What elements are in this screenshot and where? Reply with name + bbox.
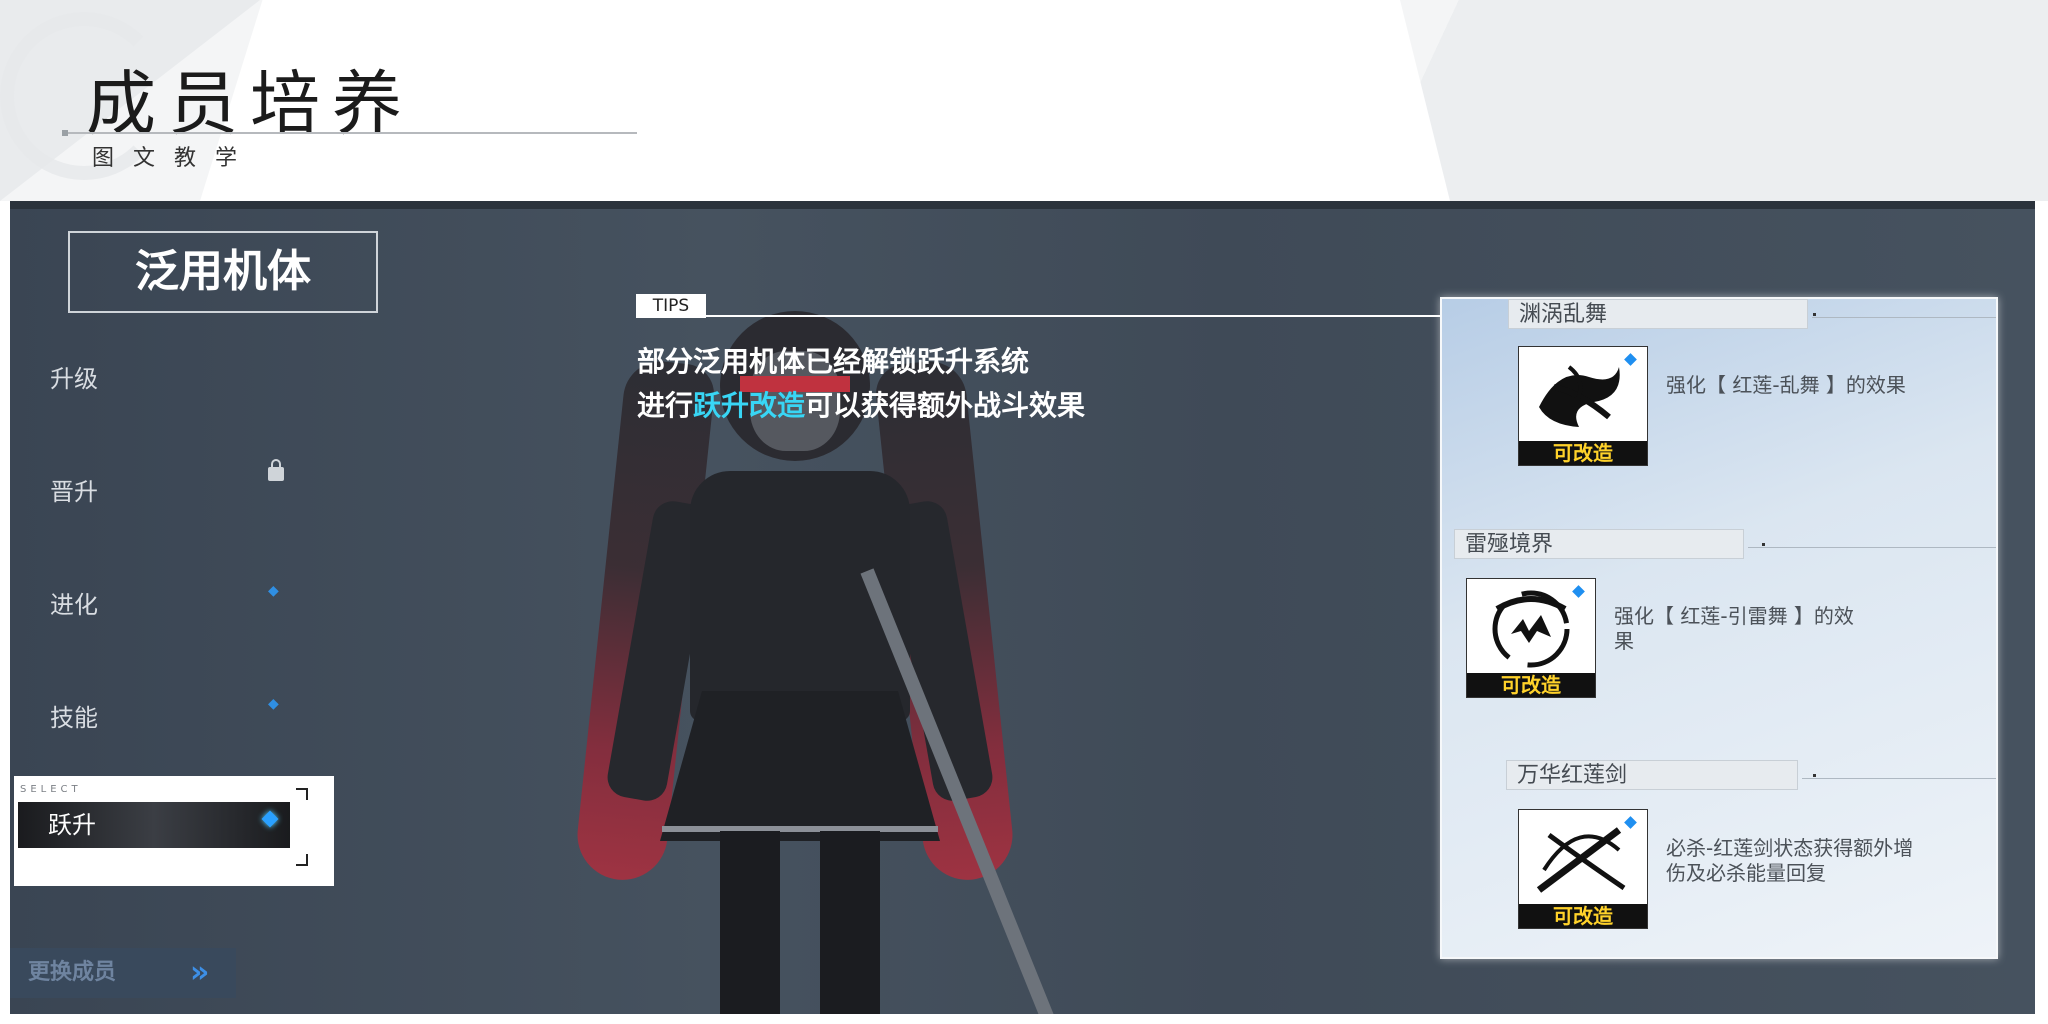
slide: 成员培养 图文教学 泛用机体 升级 晋升 进化 ◆ 技能 ◆ SELECT 跃升… <box>0 0 2048 1024</box>
menu-item-promote[interactable]: 晋升 <box>50 472 98 507</box>
character-leg-left <box>720 831 780 1014</box>
change-member-button[interactable]: 更换成员 » <box>10 948 236 998</box>
skill-name: 雷殛境界 <box>1454 529 1744 559</box>
skill-description: 必杀-红莲剑状态获得额外增伤及必杀能量回复 <box>1666 836 1914 885</box>
menu-item-skill[interactable]: 技能 <box>50 698 98 733</box>
tips-connector-line <box>706 315 1441 317</box>
double-chevron-right-icon: » <box>190 955 210 990</box>
tips-line-2-suffix: 可以获得额外战斗效果 <box>805 389 1086 422</box>
tips-highlight: 跃升改造 <box>693 389 806 422</box>
character-illustration <box>570 271 1070 1014</box>
tips-line-1: 部分泛用机体已经解锁跃升系统 <box>637 345 1030 378</box>
ascend-button[interactable]: 跃升 <box>18 802 290 848</box>
skill-icon-card[interactable]: 可改造 <box>1518 346 1648 466</box>
menu-item-upgrade[interactable]: 升级 <box>50 359 98 394</box>
skill-name: 万华红莲剑 <box>1506 760 1798 790</box>
skill-header-line <box>1748 547 1996 548</box>
character-skirt-trim <box>662 826 938 832</box>
modifiable-tag: 可改造 <box>1467 673 1595 697</box>
tips-line-2-prefix: 进行 <box>637 389 694 422</box>
frame-type-title: 泛用机体 <box>68 231 378 313</box>
skill-header-line <box>1802 778 1996 779</box>
skill-upgrade-panel: 渊涡乱舞 可改造 强化【 红莲-乱舞 】的效果 雷殛境界 可改造 强化【 红莲-… <box>1440 297 1998 959</box>
select-caption: SELECT <box>20 784 82 795</box>
header-dot <box>1813 774 1816 777</box>
page-subtitle: 图文教学 <box>92 146 257 171</box>
diamond-notification-icon: ◆ <box>268 696 279 712</box>
change-member-label: 更换成员 <box>28 960 117 985</box>
title-divider-dot <box>62 130 68 136</box>
diamond-notification-icon: ◆ <box>268 583 279 599</box>
skill-description: 强化【 红莲-乱舞 】的效果 <box>1666 373 1906 397</box>
title-divider <box>62 132 637 134</box>
skill-description: 强化【 红莲-引雷舞 】的效果 <box>1614 604 1854 653</box>
modifiable-tag: 可改造 <box>1519 441 1647 465</box>
modifiable-tag: 可改造 <box>1519 904 1647 928</box>
menu-item-evolve[interactable]: 进化 <box>50 585 98 620</box>
menu-item-ascend-selected[interactable]: SELECT 跃升 <box>14 776 334 886</box>
lock-icon <box>268 459 284 481</box>
header-banner: 成员培养 图文教学 <box>0 0 2048 201</box>
selection-bracket-icon <box>296 854 308 866</box>
skill-header-line <box>1812 317 1996 318</box>
skill-icon-card[interactable]: 可改造 <box>1466 578 1596 698</box>
character-leg-right <box>820 831 880 1014</box>
character-skirt <box>660 691 940 841</box>
skill-icon-card[interactable]: 可改造 <box>1518 809 1648 929</box>
tips-line-2: 进行跃升改造可以获得额外战斗效果 <box>637 384 1085 424</box>
skill-name: 渊涡乱舞 <box>1508 299 1808 329</box>
selection-bracket-icon <box>296 788 308 800</box>
header-dot <box>1762 543 1765 546</box>
tips-tag: TIPS <box>636 294 706 318</box>
header-dot <box>1813 313 1816 316</box>
game-top-bar <box>10 201 2035 209</box>
